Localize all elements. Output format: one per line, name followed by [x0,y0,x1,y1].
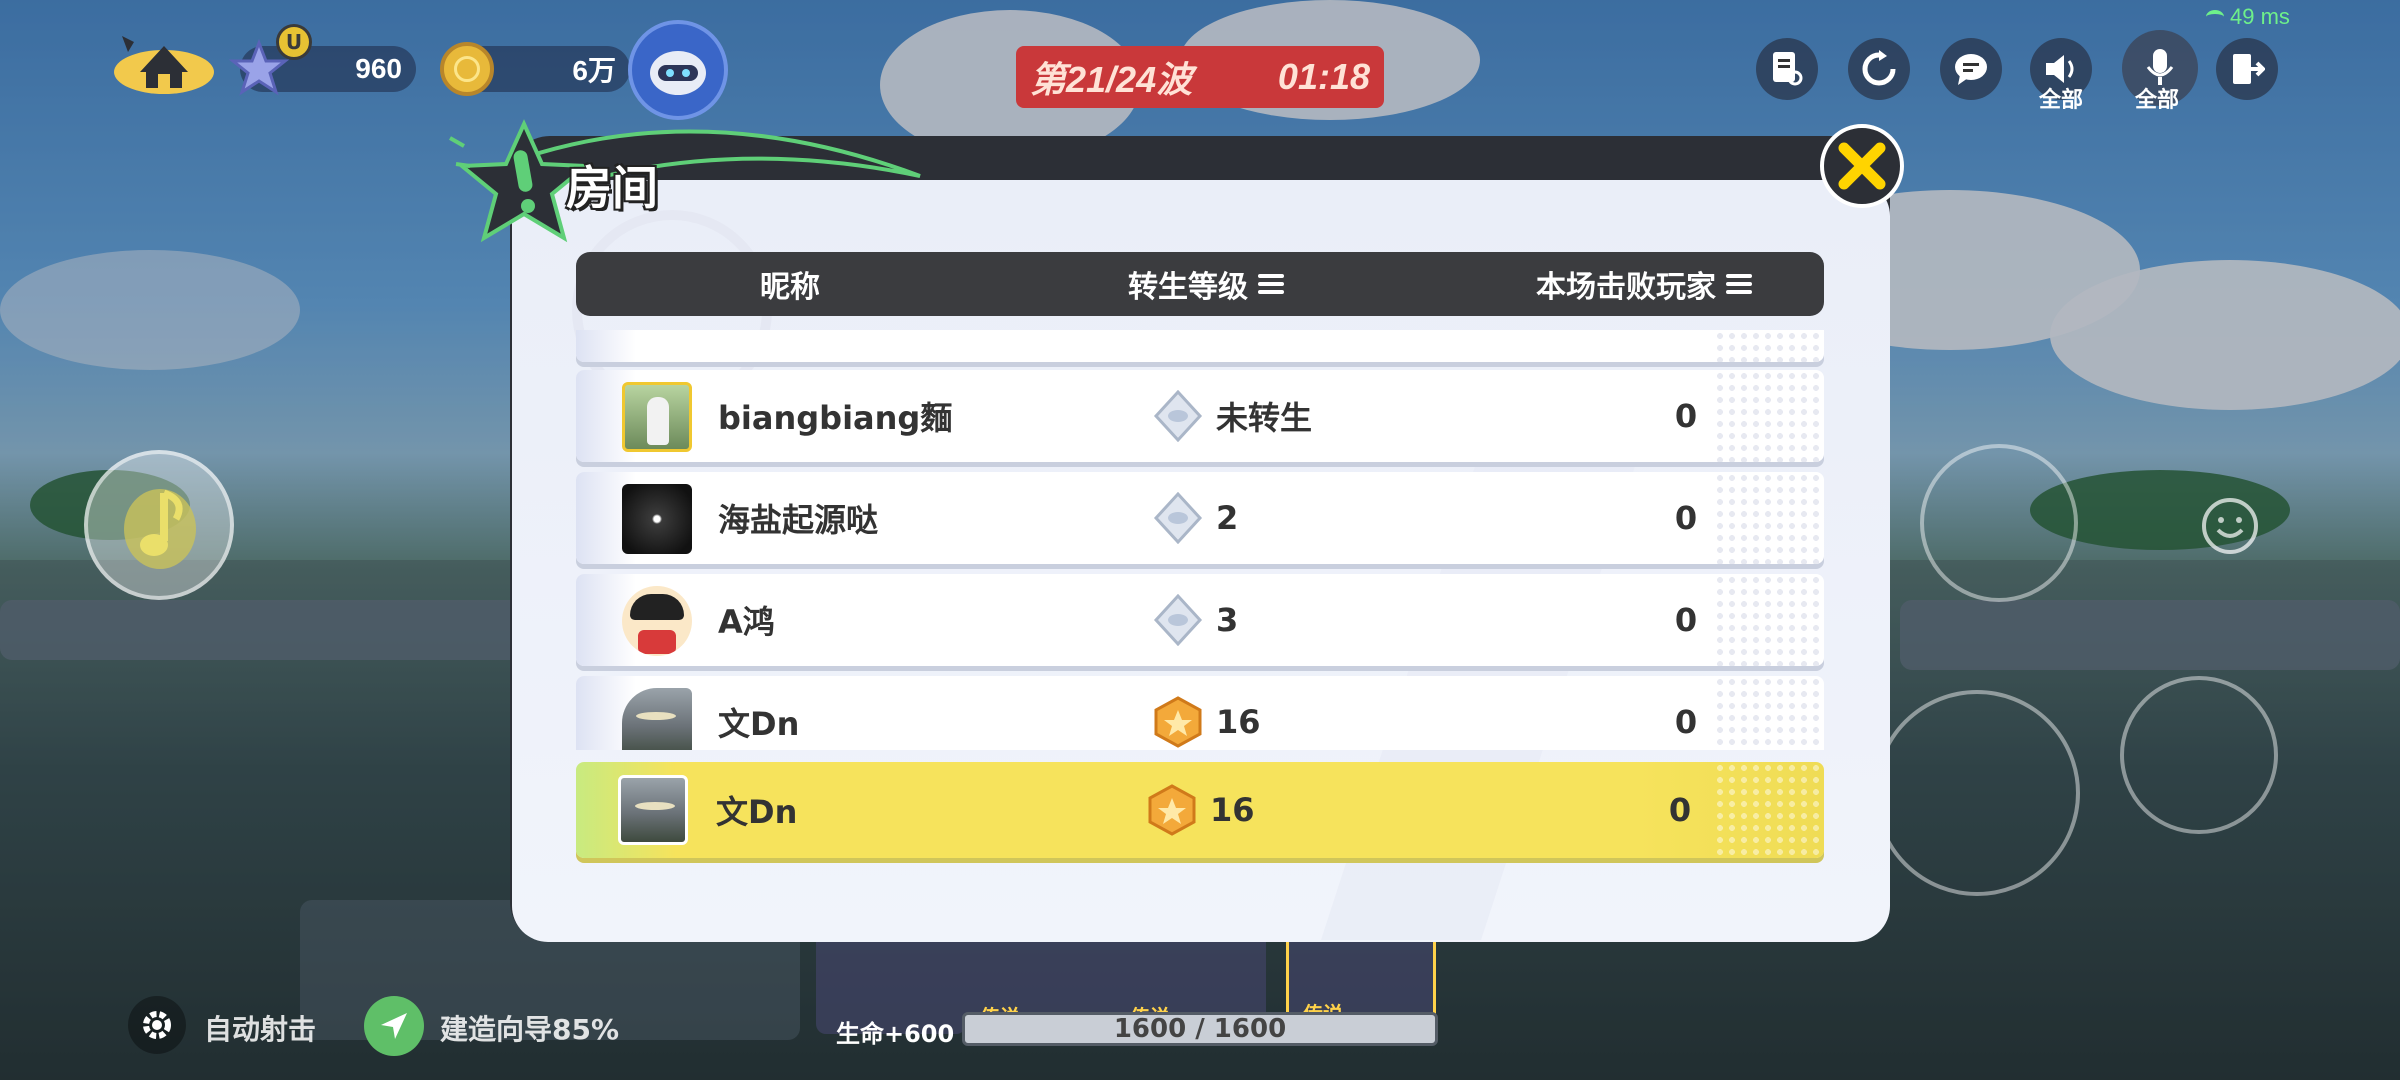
gear-icon[interactable] [128,996,186,1054]
silver-rank-badge-icon [1152,390,1204,442]
table-row[interactable]: A鸿 3 0 [576,574,1824,666]
avatar [622,382,692,452]
quest-log-button[interactable] [1756,38,1818,100]
gold-rank-badge-icon [1152,696,1204,748]
rebirth-level: 16 [1146,762,1255,858]
player-name: biangbiang麵 [718,399,953,437]
close-icon [1838,142,1886,190]
player-name: 文Dn [716,793,798,831]
sort-menu-icon[interactable] [1726,274,1752,294]
star-badge: U [276,24,312,60]
wave-timer-box: 第21/24波 01:18 [1016,46,1384,108]
life-bonus-label: 生命+600 [836,1020,955,1048]
skill-button[interactable] [2120,676,2278,834]
avatar [622,586,692,656]
table-row[interactable]: 文Dn 16 0 [576,676,1824,750]
hp-value: 1600 / 1600 [1113,1014,1287,1044]
rebirth-level: 16 [1152,676,1261,750]
refresh-icon [1862,50,1896,86]
player-name: 文Dn [718,705,800,743]
hp-bar: 1600 / 1600 [962,1012,1438,1046]
rebirth-level: 3 [1152,574,1238,666]
guide-arrow-icon[interactable] [364,996,424,1056]
player-list[interactable]: biangbiang麵 未转生 0 海盐起源哒 2 0 A鸿 3 0 文Dn 1… [570,330,1832,750]
auto-fire-label[interactable]: 自动射击 [204,1008,316,1048]
music-button[interactable] [84,450,234,600]
exit-button[interactable] [2216,38,2278,100]
room-table-header: 昵称 转生等级 本场击败玩家 [576,252,1824,316]
exit-door-icon [2233,54,2265,84]
player-name: 海盐起源哒 [718,501,879,539]
close-button[interactable] [1820,124,1904,208]
document-search-icon [1773,52,1803,86]
table-row[interactable]: 海盐起源哒 2 0 [576,472,1824,564]
build-guide-label[interactable]: 建造向导85% [440,1008,619,1048]
gold-rank-badge-icon [1146,784,1198,836]
defeated-count: 0 [1674,601,1698,639]
col-defeated[interactable]: 本场击败玩家 [1536,252,1752,316]
wave-label: 第21/24波 [1030,59,1193,100]
col-nickname: 昵称 [760,270,820,305]
speaker-label: 全部 [2038,88,2083,113]
table-row[interactable]: biangbiang麵 未转生 0 [576,370,1824,462]
joystick-ring[interactable] [1874,690,2080,896]
chat-bubble-icon [1955,54,1987,85]
coins-value: 6万 [572,55,616,86]
robot-icon [650,51,706,95]
mic-label: 全部 [2134,88,2179,113]
wave-timer: 01:18 [1277,56,1370,97]
sort-menu-icon[interactable] [1258,274,1284,294]
refresh-button[interactable] [1848,38,1910,100]
ping-indicator: 49 ms [2206,4,2290,30]
avatar [618,775,688,845]
dialog-title: 房间 [566,161,658,215]
home-button[interactable] [112,26,216,94]
player-name: A鸿 [718,603,775,641]
coin-icon [440,42,494,96]
self-player-row[interactable]: 文Dn 16 0 [576,762,1824,858]
silver-rank-badge-icon [1152,594,1204,646]
avatar [622,484,692,554]
silver-rank-badge-icon [1152,492,1204,544]
music-note-icon [124,489,196,569]
defeated-count: 0 [1674,499,1698,537]
stars-value: 960 [355,53,402,84]
emote-button[interactable] [2190,486,2270,566]
build-tool-button[interactable] [1920,444,2078,602]
defeated-count: 0 [1668,791,1692,829]
defeated-count: 0 [1674,703,1698,741]
chat-button[interactable] [1940,38,2002,100]
col-rebirth-level[interactable]: 转生等级 [1128,252,1284,316]
robot-avatar-button[interactable] [628,20,728,120]
rebirth-level: 未转生 [1152,370,1312,462]
table-row[interactable] [576,330,1824,362]
home-icon [114,36,214,94]
smile-face-icon [2202,498,2258,554]
rebirth-level: 2 [1152,472,1238,564]
defeated-count: 0 [1674,397,1698,435]
wifi-icon [2206,10,2224,24]
avatar [622,688,692,750]
